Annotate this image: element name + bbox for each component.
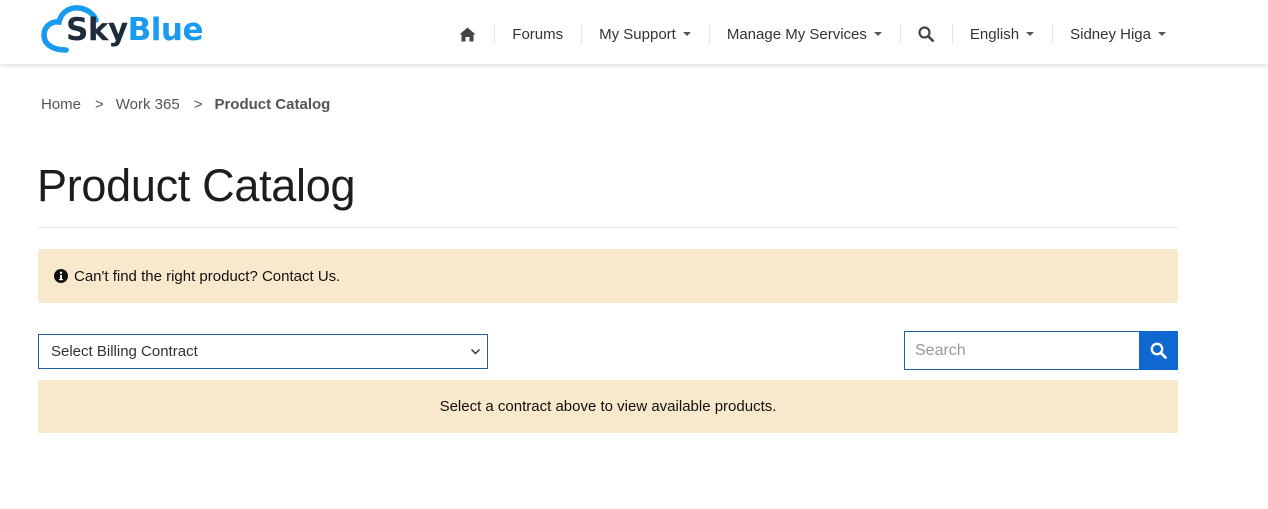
breadcrumb-current: Product Catalog <box>214 96 331 113</box>
breadcrumb: Home > Work 365 > Product Catalog <box>41 96 330 113</box>
main-nav: Forums My Support Manage My Services Eng… <box>441 14 1184 54</box>
nav-my-support[interactable]: My Support <box>581 14 709 54</box>
info-circle-icon <box>54 269 68 283</box>
billing-contract-select[interactable]: Select Billing Contract <box>38 334 488 369</box>
notice-text: Select a contract above to view availabl… <box>439 398 777 415</box>
alert-text[interactable]: Can't find the right product? Contact Us… <box>74 268 340 285</box>
logo-text: SkyBlue <box>66 12 204 48</box>
breadcrumb-work-365[interactable]: Work 365 <box>116 96 180 113</box>
top-navbar: SkyBlue Forums My Support Manage My Serv… <box>0 0 1268 64</box>
caret-down-icon <box>873 32 882 36</box>
skyblue-logo[interactable]: SkyBlue <box>36 2 216 56</box>
caret-down-icon <box>1026 32 1035 36</box>
nav-language[interactable]: English <box>951 14 1052 54</box>
breadcrumb-home[interactable]: Home <box>41 96 81 113</box>
page-title: Product Catalog <box>37 160 356 211</box>
contract-notice: Select a contract above to view availabl… <box>38 380 1178 433</box>
breadcrumb-separator: > <box>95 96 104 113</box>
home-icon <box>459 27 476 41</box>
nav-manage-my-services[interactable]: Manage My Services <box>708 14 900 54</box>
search-icon <box>918 26 934 42</box>
search-icon <box>1150 342 1167 359</box>
select-value: Select Billing Contract <box>51 343 198 360</box>
chevron-down-icon <box>470 348 481 355</box>
breadcrumb-separator: > <box>193 96 203 113</box>
search-button[interactable] <box>1139 331 1178 370</box>
caret-down-icon <box>682 32 691 36</box>
nav-user-menu[interactable]: Sidney Higa <box>1052 14 1184 54</box>
nav-home[interactable] <box>441 14 494 54</box>
title-divider <box>38 227 1178 228</box>
nav-search[interactable] <box>899 14 952 54</box>
nav-forums[interactable]: Forums <box>494 14 581 54</box>
search-input[interactable] <box>904 331 1139 370</box>
product-search <box>904 331 1178 370</box>
caret-down-icon <box>1158 32 1166 36</box>
contact-alert: Can't find the right product? Contact Us… <box>38 249 1178 303</box>
